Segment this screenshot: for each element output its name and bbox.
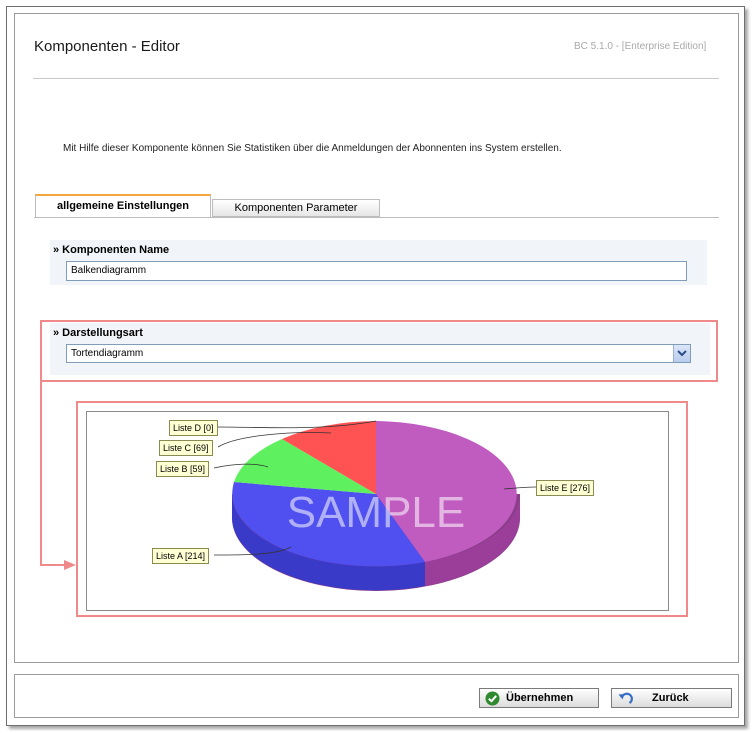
title-divider — [33, 78, 719, 79]
check-circle-icon — [485, 691, 500, 706]
tab-component-parameters[interactable]: Komponenten Parameter — [212, 199, 380, 217]
label-liste-c: Liste C [69] — [159, 440, 213, 456]
name-section-label: » Komponenten Name — [53, 244, 170, 256]
back-button[interactable]: Zurück — [611, 688, 732, 708]
highlight-box-display-type — [40, 320, 718, 382]
component-name-input[interactable]: Balkendiagramm — [66, 261, 687, 281]
back-button-label: Zurück — [652, 692, 689, 704]
label-liste-e: Liste E [276] — [536, 480, 595, 496]
page-title: Komponenten - Editor — [34, 38, 180, 55]
apply-button-label: Übernehmen — [506, 692, 574, 704]
version-label: BC 5.1.0 - [Enterprise Edition] — [574, 41, 707, 52]
tab-divider — [34, 217, 719, 218]
apply-button[interactable]: Übernehmen — [479, 688, 599, 708]
sample-watermark: SAMPLE — [287, 488, 466, 537]
undo-arrow-icon — [618, 692, 633, 704]
label-liste-a: Liste A [214] — [152, 548, 210, 564]
label-liste-b: Liste B [59] — [156, 461, 210, 477]
label-liste-d: Liste D [0] — [169, 420, 218, 436]
tab-general-settings[interactable]: allgemeine Einstellungen — [35, 194, 211, 218]
annotation-arrow-icon — [40, 382, 76, 570]
component-description: Mit Hilfe dieser Komponente können Sie S… — [63, 143, 562, 154]
